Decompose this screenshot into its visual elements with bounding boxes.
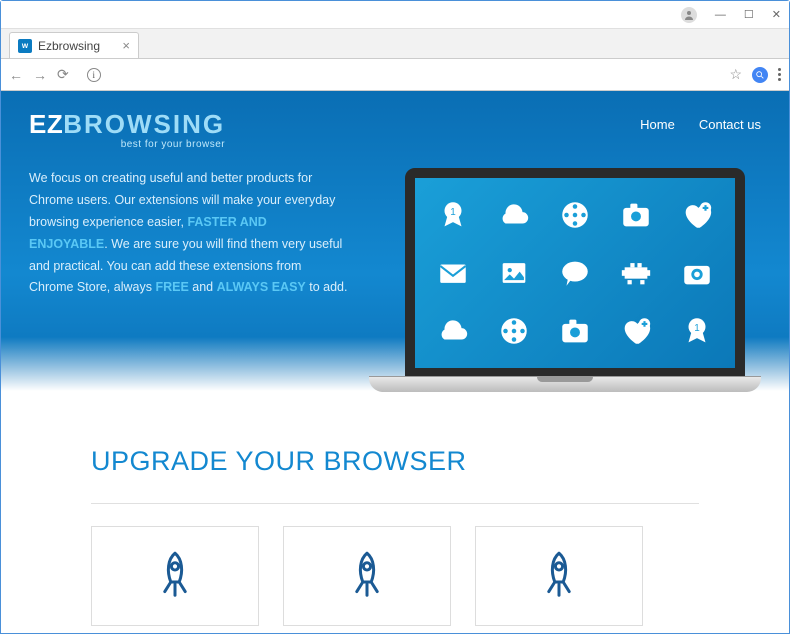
- minimize-button[interactable]: —: [715, 9, 726, 21]
- tab-close-icon[interactable]: ×: [114, 39, 130, 52]
- laptop-illustration: 1 1: [369, 168, 761, 428]
- browser-menu-button[interactable]: [778, 68, 781, 81]
- window-titlebar: — ☐ ✕: [1, 1, 789, 29]
- feature-cards: [91, 526, 699, 626]
- tab-title: Ezbrowsing: [38, 39, 100, 53]
- film-reel-icon: [557, 197, 593, 233]
- cloud-icon: [496, 197, 532, 233]
- heart-plus-2-icon: [618, 313, 654, 349]
- logo-tagline: best for your browser: [29, 139, 225, 150]
- section-title: UPGRADE YOUR BROWSER: [91, 446, 699, 477]
- browser-tab[interactable]: w Ezbrowsing ×: [9, 32, 139, 58]
- mail-icon: [435, 255, 471, 291]
- search-badge-icon[interactable]: [752, 67, 768, 83]
- forward-button[interactable]: →: [33, 67, 47, 83]
- chat-icon: [557, 255, 593, 291]
- profile-icon[interactable]: [681, 7, 697, 23]
- logo-part-ez: EZ: [29, 109, 63, 139]
- divider: [91, 503, 699, 504]
- maximize-button[interactable]: ☐: [744, 8, 754, 21]
- laptop-base: [369, 376, 761, 392]
- game-icon: [618, 255, 654, 291]
- feature-card[interactable]: [475, 526, 643, 626]
- tab-favicon-icon: w: [18, 39, 32, 53]
- main-nav: Home Contact us: [640, 117, 761, 132]
- film-reel-2-icon: [496, 313, 532, 349]
- camera-solid-icon: [679, 255, 715, 291]
- photo-icon: [496, 255, 532, 291]
- feature-card[interactable]: [91, 526, 259, 626]
- camera-2-icon: [557, 313, 593, 349]
- tab-bar: w Ezbrowsing ×: [1, 29, 789, 59]
- logo-part-browsing: BROWSING: [63, 109, 225, 139]
- reload-button[interactable]: ⟳: [57, 66, 69, 83]
- heart-plus-icon: [679, 197, 715, 233]
- browser-toolbar: ← → ⟳ i ☆: [1, 59, 789, 91]
- page-content: EZBROWSING best for your browser Home Co…: [1, 91, 789, 633]
- nav-contact[interactable]: Contact us: [699, 117, 761, 132]
- hero-description: We focus on creating useful and better p…: [29, 168, 349, 428]
- nav-home[interactable]: Home: [640, 117, 675, 132]
- close-button[interactable]: ✕: [772, 8, 781, 21]
- ribbon-2-icon: 1: [679, 313, 715, 349]
- ribbon-icon: 1: [435, 197, 471, 233]
- site-logo[interactable]: EZBROWSING best for your browser: [29, 111, 225, 150]
- laptop-screen: 1 1: [405, 168, 745, 378]
- feature-card[interactable]: [283, 526, 451, 626]
- svg-text:1: 1: [451, 207, 457, 218]
- cloud-2-icon: [435, 313, 471, 349]
- back-button[interactable]: ←: [9, 67, 23, 83]
- bookmark-star-icon[interactable]: ☆: [729, 66, 742, 83]
- svg-text:1: 1: [694, 323, 700, 334]
- address-bar[interactable]: i: [79, 64, 720, 86]
- site-info-icon[interactable]: i: [87, 68, 101, 82]
- camera-icon: [618, 197, 654, 233]
